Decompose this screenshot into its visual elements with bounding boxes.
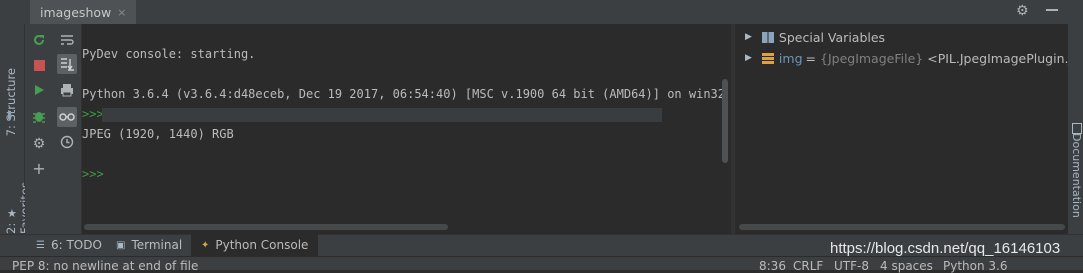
console-vertical-scrollbar[interactable] bbox=[722, 79, 728, 163]
star-icon: ★ bbox=[7, 207, 17, 220]
variable-type: {JpegImageFile} bbox=[820, 50, 924, 66]
tab-terminal-label: Terminal bbox=[131, 238, 183, 252]
python-icon: ✦ bbox=[201, 239, 210, 251]
status-interpreter[interactable]: Python 3.6 bbox=[943, 259, 1008, 273]
variables-view-icon[interactable] bbox=[57, 107, 77, 127]
debug-icon[interactable] bbox=[29, 106, 49, 126]
tab-python-console[interactable]: ✦ Python Console bbox=[191, 234, 319, 256]
variable-row-img[interactable]: ▶ img = {JpegImageFile} <PIL.JpegImagePl… bbox=[735, 48, 1080, 68]
special-variables-icon bbox=[761, 31, 774, 43]
tab-terminal[interactable]: ▣ Terminal bbox=[106, 234, 192, 256]
terminal-icon: ▣ bbox=[116, 239, 126, 251]
special-variables-label: Special Variables bbox=[778, 29, 886, 45]
gear-icon[interactable]: ⚙ bbox=[1016, 3, 1029, 19]
tab-label: imageshow bbox=[40, 4, 112, 20]
print-icon[interactable] bbox=[57, 80, 77, 100]
rerun-icon[interactable] bbox=[29, 30, 49, 50]
history-icon[interactable] bbox=[57, 132, 77, 152]
console-horizontal-scrollbar[interactable] bbox=[84, 224, 448, 230]
variables-pane: ▶ Special Variables ▶ img = {JpegImageFi… bbox=[735, 24, 1080, 234]
tab-todo-label: 6: TODO bbox=[50, 238, 102, 252]
stop-icon[interactable] bbox=[29, 55, 49, 75]
tab-python-console-label: Python Console bbox=[215, 238, 309, 252]
variable-equals: = bbox=[805, 50, 816, 66]
console-toolbar-right bbox=[53, 24, 82, 234]
console-prompt: >>> bbox=[82, 107, 104, 121]
variable-row-special[interactable]: ▶ Special Variables bbox=[735, 27, 885, 47]
minimize-icon[interactable] bbox=[1046, 9, 1058, 11]
tab-close-icon[interactable]: × bbox=[117, 6, 126, 19]
run-icon[interactable] bbox=[29, 80, 49, 100]
variable-name: img bbox=[778, 50, 803, 66]
watermark: https://blog.csdn.net/qq_16146103 bbox=[830, 240, 1061, 257]
console-line: PyDev console: starting. bbox=[82, 47, 256, 61]
status-encoding[interactable]: UTF-8 bbox=[834, 259, 869, 273]
scroll-to-end-icon[interactable] bbox=[57, 54, 77, 74]
variable-value: <PIL.JpegImagePlugin.Jp bbox=[927, 50, 1081, 66]
console-line: Python 3.6.4 (v3.6.4:d48eceb, Dec 19 201… bbox=[82, 87, 725, 101]
documentation-tool-tab[interactable]: Documentation bbox=[1070, 133, 1083, 218]
variables-horizontal-scrollbar[interactable] bbox=[739, 224, 1065, 230]
object-variable-icon bbox=[761, 52, 774, 64]
tab-imageshow[interactable]: imageshow × bbox=[30, 0, 137, 24]
add-icon[interactable]: + bbox=[29, 158, 49, 178]
console-prompt: >>> bbox=[82, 167, 104, 181]
structure-icon bbox=[8, 111, 19, 119]
expand-arrow-icon[interactable]: ▶ bbox=[745, 32, 752, 42]
soft-wrap-icon[interactable] bbox=[57, 30, 77, 50]
console-line: JPEG (1920, 1440) RGB bbox=[82, 127, 234, 141]
left-tool-stripe: 7: Structure 2: Favorites bbox=[0, 24, 32, 234]
tab-todo[interactable]: ☰ 6: TODO bbox=[26, 234, 112, 256]
status-line-separator[interactable]: CRLF bbox=[793, 259, 823, 273]
expand-arrow-icon[interactable]: ▶ bbox=[745, 53, 752, 63]
settings-icon[interactable]: ⚙ bbox=[29, 134, 49, 154]
status-caret-position[interactable]: 8:36 bbox=[759, 259, 786, 273]
list-icon: ☰ bbox=[36, 239, 45, 251]
status-indent[interactable]: 4 spaces bbox=[880, 259, 933, 273]
editor-tab-bar bbox=[0, 0, 1083, 25]
console-toolbar-left: ⚙ + bbox=[25, 24, 53, 234]
redacted-region bbox=[102, 108, 662, 122]
structure-tool-tab[interactable]: 7: Structure bbox=[4, 68, 18, 136]
status-message[interactable]: PEP 8: no newline at end of file bbox=[12, 259, 198, 273]
console-output[interactable]: PyDev console: starting. Python 3.6.4 (v… bbox=[82, 24, 730, 234]
